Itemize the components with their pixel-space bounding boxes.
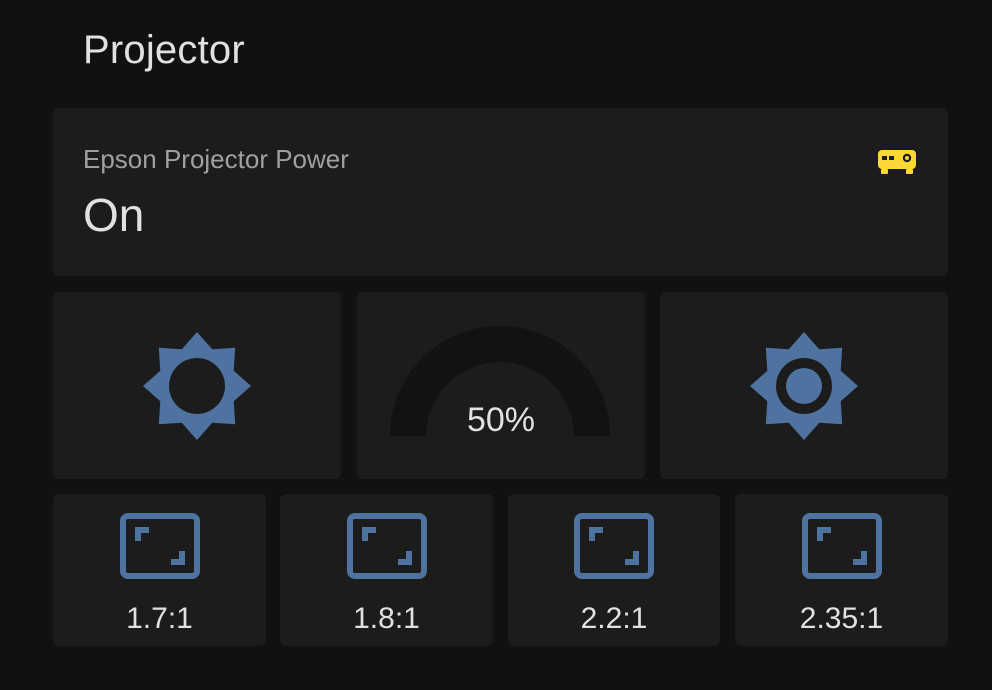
brightness-high-icon	[750, 331, 858, 440]
aspect-ratio-button-2[interactable]: 1.8:1	[280, 494, 493, 646]
aspect-ratio-label: 2.2:1	[580, 602, 648, 635]
projector-power-card[interactable]: Epson Projector Power On	[53, 108, 948, 276]
aspect-ratio-button-3[interactable]: 2.2:1	[508, 494, 720, 646]
gauge-value: 50%	[466, 401, 536, 439]
brightness-down-button[interactable]	[53, 292, 341, 479]
page-title: Projector	[83, 28, 245, 72]
aspect-ratio-button-4[interactable]: 2.35:1	[735, 494, 948, 646]
aspect-ratio-icon	[346, 513, 427, 579]
aspect-ratio-button-1[interactable]: 1.7:1	[53, 494, 266, 646]
aspect-ratio-label: 1.7:1	[126, 602, 193, 635]
projector-dashboard: Projector Epson Projector Power On 50% 1…	[0, 0, 992, 690]
entity-name: Epson Projector Power	[83, 144, 349, 174]
aspect-ratio-icon	[801, 513, 882, 579]
aspect-ratio-icon	[574, 513, 654, 579]
projector-icon	[878, 150, 916, 174]
brightness-gauge	[390, 326, 610, 436]
entity-state: On	[83, 189, 145, 241]
aspect-ratio-label: 2.35:1	[799, 602, 884, 635]
brightness-low-icon	[143, 331, 251, 440]
brightness-up-button[interactable]	[660, 292, 948, 479]
aspect-ratio-icon	[119, 513, 200, 579]
aspect-ratio-label: 1.8:1	[353, 602, 420, 635]
brightness-gauge-card: 50%	[357, 292, 645, 479]
